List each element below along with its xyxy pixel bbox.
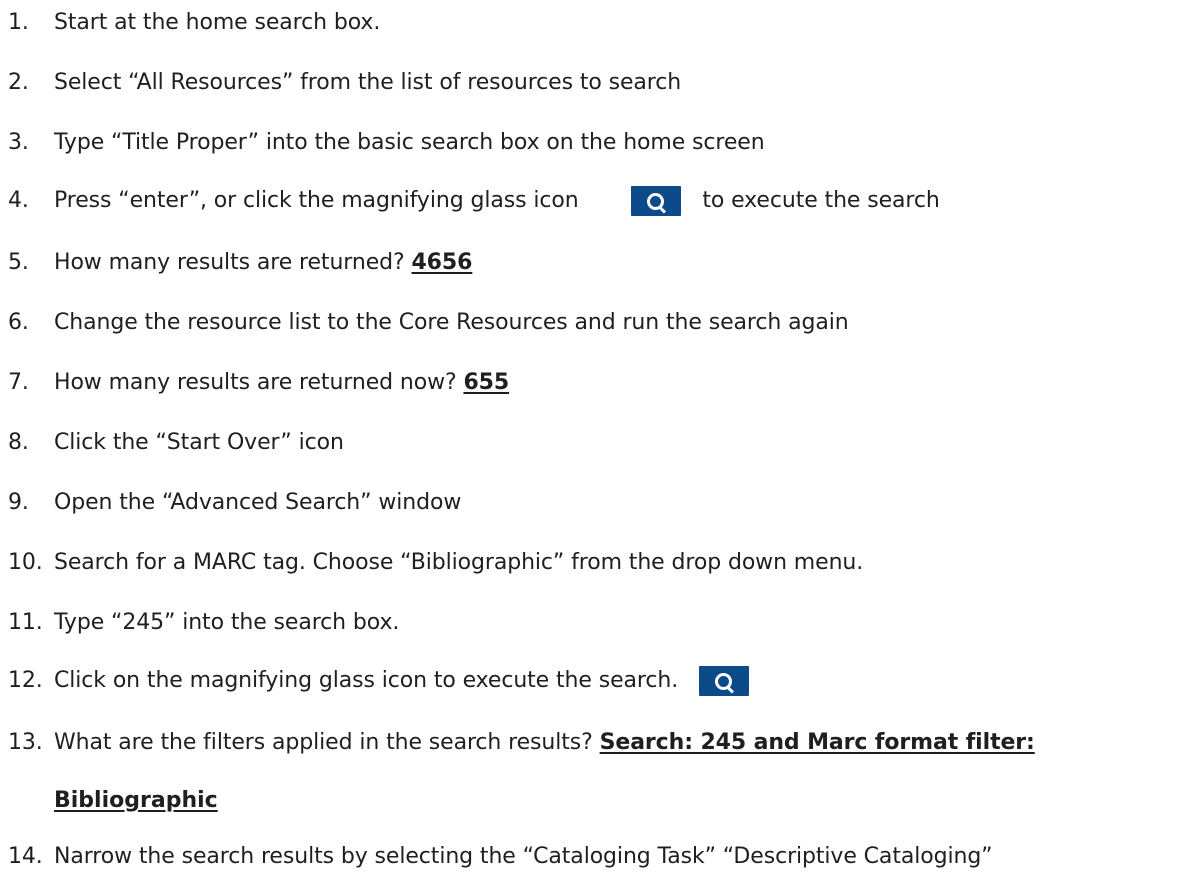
step-text: Narrow the search results by selecting t…: [54, 844, 993, 869]
step-text: Change the resource list to the Core Res…: [54, 310, 849, 335]
step-answer-continued: Bibliographic: [54, 788, 218, 813]
step-text: Open the “Advanced Search” window: [54, 490, 462, 515]
step-text-after-icon: to execute the search: [702, 188, 940, 213]
step-1: 1. Start at the home search box.: [8, 8, 380, 38]
instruction-document: 1. Start at the home search box. 2. Select…: [0, 0, 1180, 869]
step-number: 6.: [8, 310, 29, 335]
step-number: 9.: [8, 490, 29, 515]
step-4: 4. Press “enter”, or click the magnifying…: [8, 186, 940, 216]
step-3: 3. Type “Title Proper” into the basic sea…: [8, 128, 765, 158]
step-text: Click the “Start Over” icon: [54, 430, 344, 455]
step-number: 4.: [8, 188, 29, 213]
step-13: 13. What are the filters applied in the s…: [8, 728, 1035, 758]
step-text: How many results are returned now?: [54, 370, 464, 395]
step-number: 8.: [8, 430, 29, 455]
step-7: 7. How many results are returned now? 655: [8, 368, 509, 398]
step-number: 1.: [8, 10, 29, 35]
step-number: 13.: [8, 730, 43, 755]
step-5: 5. How many results are returned? 4656: [8, 248, 472, 278]
step-14: 14. Narrow the search results by selectin…: [8, 842, 993, 872]
step-12: 12. Click on the magnifying glass icon to…: [8, 666, 749, 696]
step-text: Start at the home search box.: [54, 10, 381, 35]
step-6: 6. Change the resource list to the Core R…: [8, 308, 849, 338]
step-number: 7.: [8, 370, 29, 395]
step-number: 2.: [8, 70, 29, 95]
step-text: Click on the magnifying glass icon to ex…: [54, 668, 679, 693]
step-number: 10.: [8, 550, 43, 575]
step-answer: 4656: [411, 250, 473, 275]
step-text: Search for a MARC tag. Choose “Bibliogra…: [54, 550, 864, 575]
step-11: 11. Type “245” into the search box.: [8, 608, 399, 638]
step-2: 2. Select “All Resources” from the list o…: [8, 68, 681, 98]
magnifying-glass-icon: [631, 186, 682, 216]
step-number: 3.: [8, 130, 29, 155]
step-number: 5.: [8, 250, 29, 275]
step-10: 10. Search for a MARC tag. Choose “Biblio…: [8, 548, 863, 578]
step-8: 8. Click the “Start Over” icon: [8, 428, 344, 458]
step-text: How many results are returned?: [54, 250, 412, 275]
step-text-before-icon: Press “enter”, or click the magnifying g…: [54, 188, 579, 213]
magnifying-glass-icon: [699, 666, 749, 696]
step-answer: 655: [463, 370, 510, 395]
step-answer: Search: 245 and Marc format filter:: [599, 730, 1035, 755]
step-text: What are the filters applied in the sear…: [54, 730, 600, 755]
step-text: Type “245” into the search box.: [54, 610, 400, 635]
step-number: 11.: [8, 610, 43, 635]
step-text: Select “All Resources” from the list of …: [54, 70, 682, 95]
step-number: 14.: [8, 844, 43, 869]
step-13-continuation: Bibliographic: [54, 786, 218, 816]
step-text: Type “Title Proper” into the basic searc…: [54, 130, 765, 155]
step-number: 12.: [8, 668, 43, 693]
step-9: 9. Open the “Advanced Search” window: [8, 488, 461, 518]
